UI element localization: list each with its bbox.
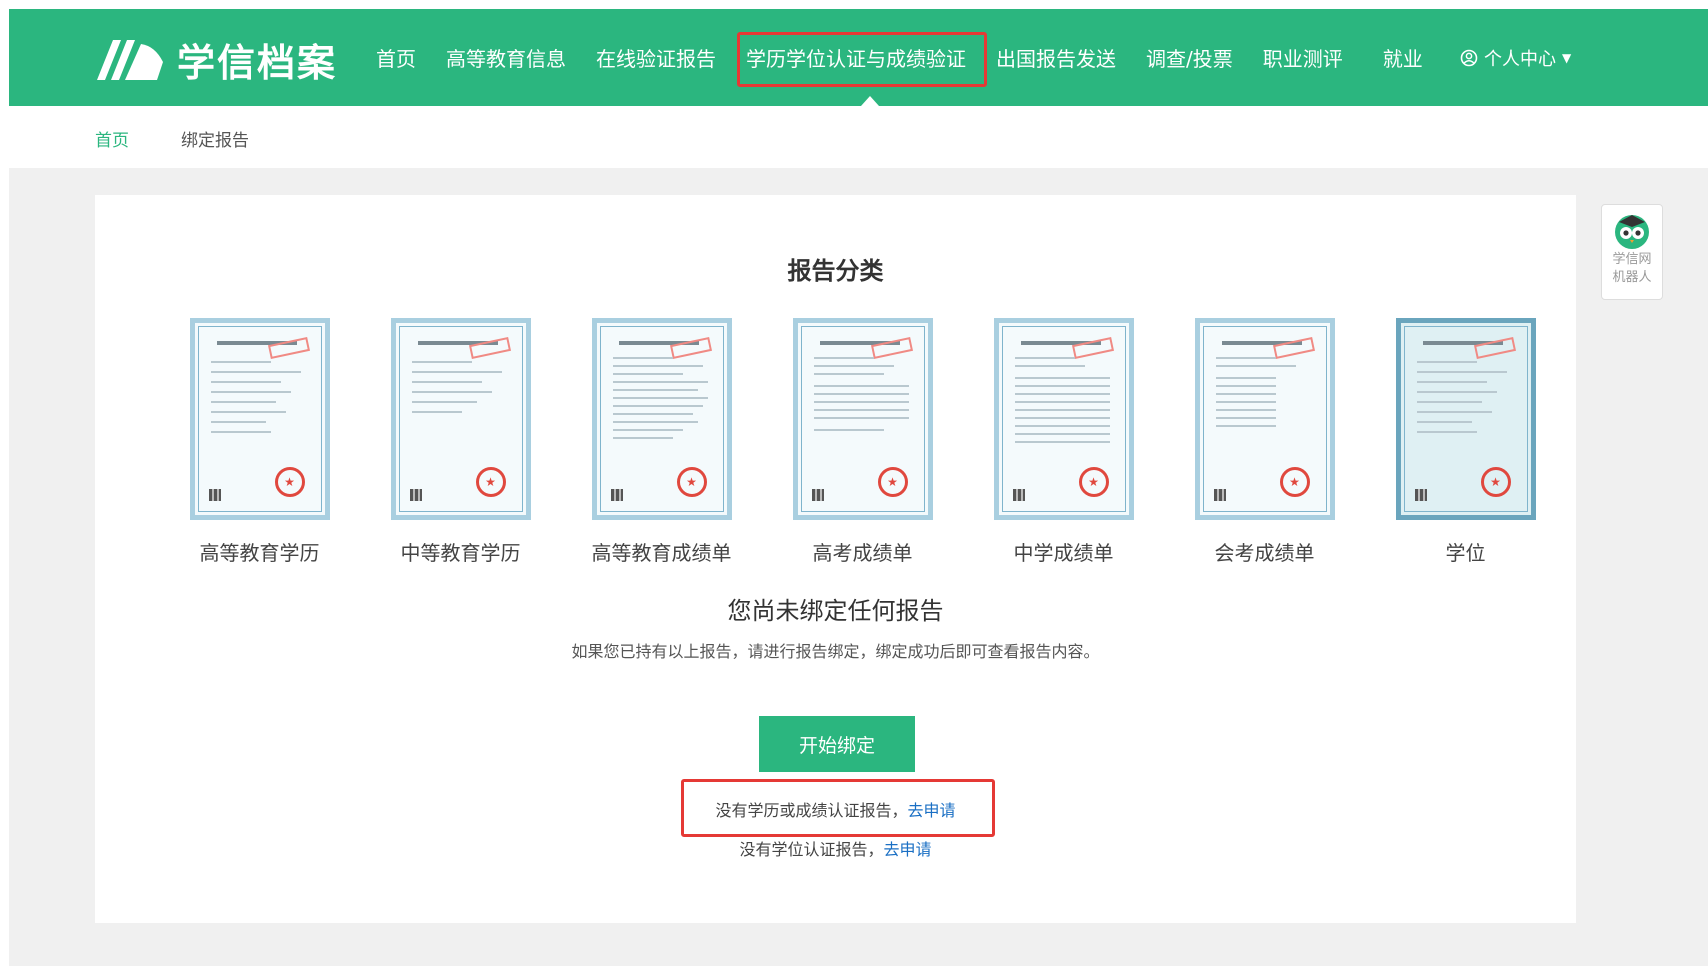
top-navigation-bar: 学信档案 首页 高等教育信息 在线验证报告 学历学位认证与成绩验证 出国报告发送… — [9, 9, 1708, 106]
report-category-title: 报告分类 — [787, 257, 884, 285]
apply-certification-link[interactable]: 去申请 — [908, 801, 956, 820]
report-label: 会考成绩单 — [1214, 541, 1315, 565]
report-label: 高等教育学历 — [199, 541, 320, 565]
active-nav-caret — [861, 96, 879, 106]
chat-robot-widget[interactable]: 学信网机器人 — [1601, 204, 1663, 300]
nav-item-online-verification[interactable]: 在线验证报告 — [596, 43, 716, 72]
empty-state-description: 如果您已持有以上报告，请进行报告绑定，绑定成功后即可查看报告内容。 — [571, 642, 1100, 661]
report-label: 中等教育学历 — [400, 541, 521, 565]
report-label: 学位 — [1445, 541, 1486, 565]
apply-certification-line: 没有学历或成绩认证报告，去申请 — [95, 797, 1576, 821]
user-circle-icon — [1460, 49, 1478, 67]
report-item-higher-edu-transcript[interactable]: ★ 高等教育成绩单 — [561, 318, 762, 566]
book-wing-logo-icon — [97, 40, 163, 80]
certificate-thumbnail: ★ — [792, 318, 933, 520]
report-item-huikao-transcript[interactable]: ★ 会考成绩单 — [1164, 318, 1365, 566]
nav-item-home[interactable]: 首页 — [376, 43, 416, 72]
report-binding-card: 报告分类 ★ 高等教育学历 ★ 中等教育学历 ★ 高等教育成绩单 ★ 高考成绩单… — [95, 195, 1576, 923]
report-item-academic-degree[interactable]: ★ 学位 — [1365, 318, 1566, 566]
breadcrumb-current: 绑定报告 — [181, 131, 249, 151]
user-center-menu[interactable]: 个人中心 ▼ — [1460, 45, 1571, 71]
breadcrumb-home-link[interactable]: 首页 — [95, 126, 129, 151]
nav-item-employment[interactable]: 就业 — [1383, 43, 1423, 72]
certificate-thumbnail: ★ — [189, 318, 330, 520]
breadcrumb: 首页 绑定报告 — [9, 106, 1708, 168]
certificate-thumbnail: ★ — [591, 318, 732, 520]
chevron-down-icon: ▼ — [1562, 51, 1572, 65]
report-item-gaokao-transcript[interactable]: ★ 高考成绩单 — [762, 318, 963, 566]
certificate-thumbnail: ★ — [1395, 318, 1536, 520]
page-background: 学信档案 首页 高等教育信息 在线验证报告 学历学位认证与成绩验证 出国报告发送… — [9, 9, 1708, 966]
nav-highlight-annotation — [737, 32, 987, 87]
user-center-label: 个人中心 — [1484, 49, 1556, 70]
report-item-secondary-edu-degree[interactable]: ★ 中等教育学历 — [360, 318, 561, 566]
apply-certification-text: 没有学历或成绩认证报告， — [715, 801, 908, 820]
apply-degree-link[interactable]: 去申请 — [884, 840, 932, 859]
report-label: 高考成绩单 — [812, 541, 913, 565]
report-label: 中学成绩单 — [1013, 541, 1114, 565]
report-category-list: ★ 高等教育学历 ★ 中等教育学历 ★ 高等教育成绩单 ★ 高考成绩单 ★ 中学… — [159, 318, 1566, 566]
site-logo[interactable]: 学信档案 — [95, 31, 337, 87]
report-item-higher-edu-degree[interactable]: ★ 高等教育学历 — [159, 318, 360, 566]
logo-text: 学信档案 — [177, 40, 338, 85]
nav-item-higher-education[interactable]: 高等教育信息 — [446, 43, 566, 72]
apply-degree-text: 没有学位认证报告， — [739, 840, 884, 859]
certificate-thumbnail: ★ — [390, 318, 531, 520]
certificate-thumbnail: ★ — [993, 318, 1134, 520]
apply-degree-line: 没有学位认证报告，去申请 — [95, 836, 1576, 860]
empty-state-title: 您尚未绑定任何报告 — [727, 597, 944, 625]
report-label: 高等教育成绩单 — [591, 541, 732, 565]
robot-owl-icon — [1615, 215, 1649, 249]
nav-item-overseas-report[interactable]: 出国报告发送 — [996, 43, 1116, 72]
report-item-middle-school-transcript[interactable]: ★ 中学成绩单 — [963, 318, 1164, 566]
certificate-thumbnail: ★ — [1194, 318, 1335, 520]
start-binding-button[interactable]: 开始绑定 — [759, 716, 915, 772]
robot-label: 学信网机器人 — [1612, 252, 1652, 285]
nav-item-career-test[interactable]: 职业测评 — [1263, 43, 1343, 72]
nav-item-survey[interactable]: 调查/投票 — [1146, 43, 1233, 72]
